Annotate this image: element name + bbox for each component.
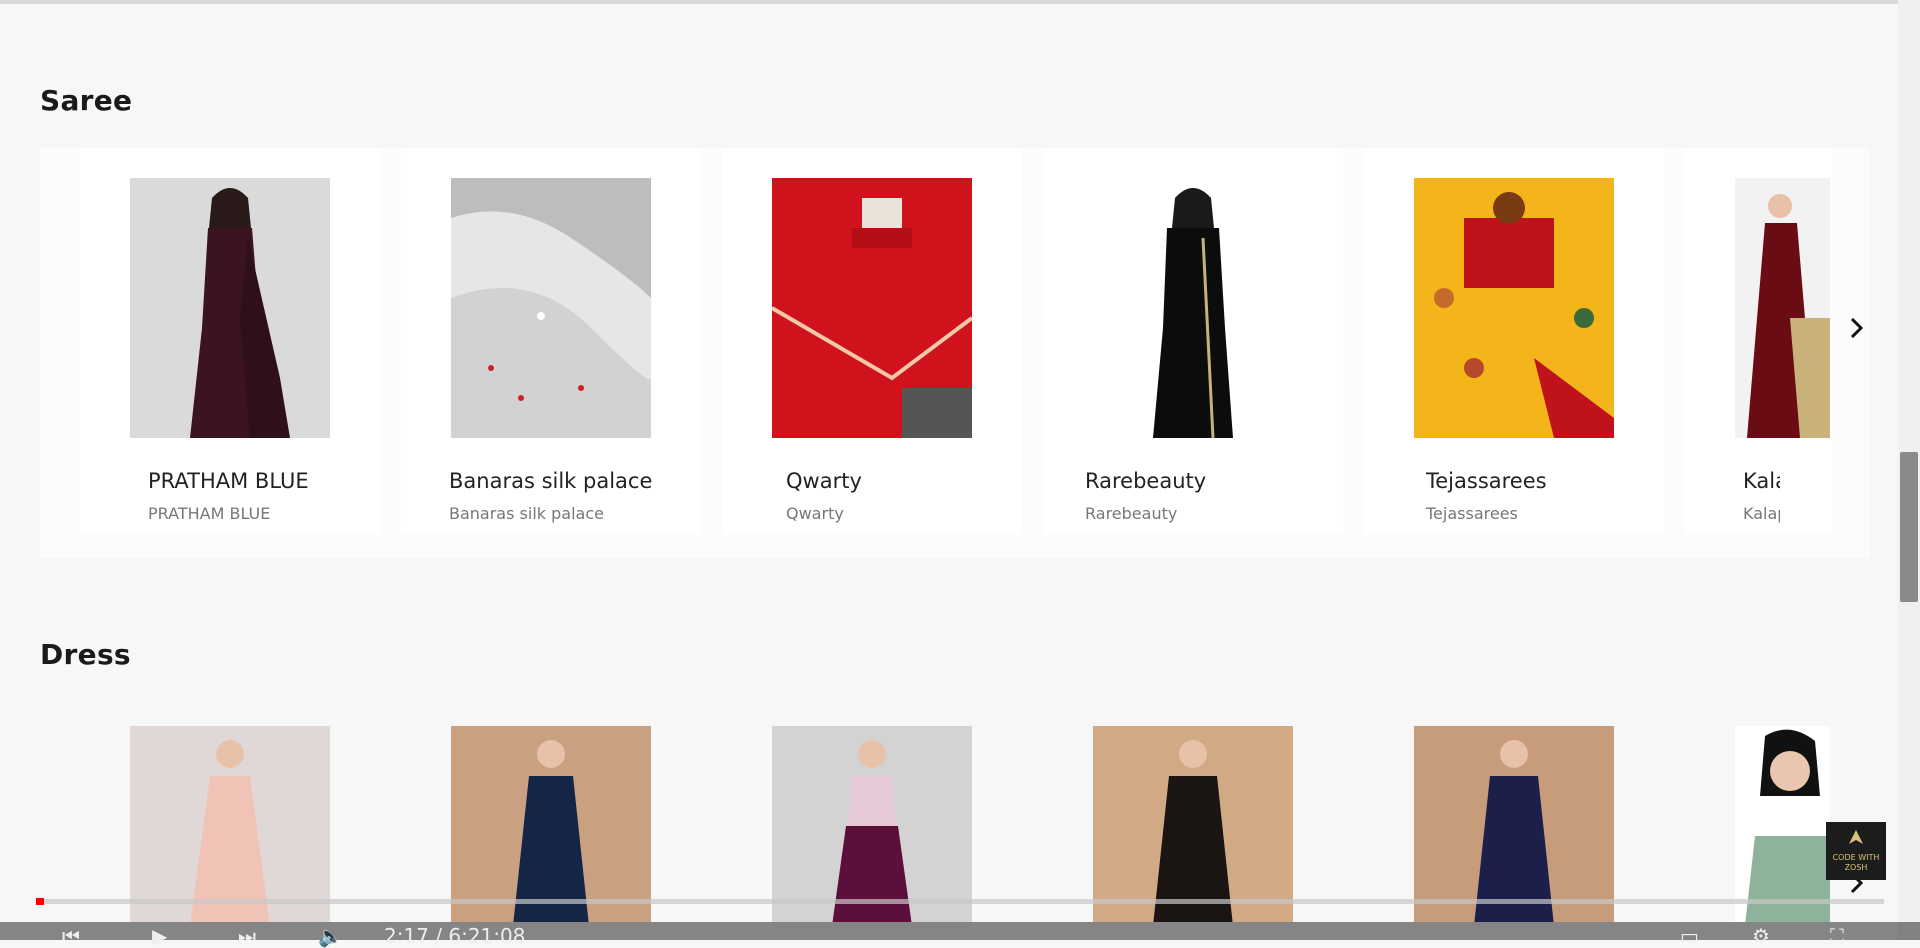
product-image[interactable] [1735, 726, 1830, 922]
product-card-pratham-blue[interactable]: PRATHAM BLUE PRATHAM BLUE [80, 148, 380, 534]
play-icon[interactable]: ▶ [152, 924, 167, 948]
subtitles-icon[interactable]: ▭ [1680, 924, 1699, 948]
next-icon[interactable]: ⏭ [238, 924, 256, 948]
product-image[interactable] [130, 726, 330, 922]
video-progress-fill[interactable] [36, 898, 44, 905]
product-image[interactable] [772, 178, 972, 438]
dress-card[interactable] [80, 700, 380, 922]
product-image[interactable] [130, 178, 330, 438]
dress-card[interactable] [1685, 700, 1833, 922]
product-card-qwarty[interactable]: Qwarty Qwarty [722, 148, 1022, 534]
product-title[interactable]: Rarebeauty [1085, 469, 1206, 493]
product-subtitle: Banaras silk palace [449, 504, 604, 523]
volume-icon[interactable]: 🔈 [318, 924, 343, 948]
settings-icon[interactable]: ⚙ [1752, 924, 1770, 948]
page-scrollbar[interactable] [1898, 0, 1920, 940]
dress-card[interactable] [401, 700, 701, 922]
watermark-text: CODE WITH ZOSH [1832, 853, 1880, 872]
product-image[interactable] [1414, 178, 1614, 438]
video-progress-track[interactable] [36, 899, 1884, 904]
product-card-tejassarees[interactable]: Tejassarees Tejassarees [1364, 148, 1664, 534]
channel-watermark: CODE WITH ZOSH [1826, 822, 1886, 880]
product-image[interactable] [451, 178, 651, 438]
product-card-banaras-silk-palace[interactable]: Banaras silk palace Banaras silk palace [401, 148, 701, 534]
section-title-dress: Dress [40, 638, 131, 671]
previous-icon[interactable]: ⏮ [62, 924, 80, 948]
video-time: 2:17 / 6:21:08 [384, 924, 526, 948]
dress-carousel-viewport [80, 700, 1833, 922]
dress-card[interactable] [722, 700, 1022, 922]
dress-card[interactable] [1043, 700, 1343, 922]
fullscreen-icon[interactable]: ⛶ [1830, 924, 1844, 948]
product-subtitle: Qwarty [786, 504, 844, 523]
product-subtitle: PRATHAM BLUE [148, 504, 271, 523]
product-image[interactable] [451, 726, 651, 922]
product-card-rarebeauty[interactable]: Rarebeauty Rarebeauty [1043, 148, 1343, 534]
product-card-kalapu[interactable]: Kalap Kalapu [1685, 148, 1833, 534]
product-title[interactable]: PRATHAM BLUE [148, 469, 309, 493]
saree-next-button[interactable] [1842, 313, 1872, 343]
product-title[interactable]: Tejassarees [1426, 469, 1547, 493]
product-subtitle: Tejassarees [1426, 504, 1518, 523]
saree-carousel-viewport: PRATHAM BLUE PRATHAM BLUE Banaras silk p… [80, 148, 1833, 558]
product-image[interactable] [772, 726, 972, 922]
product-image[interactable] [1093, 726, 1293, 922]
dress-card[interactable] [1364, 700, 1664, 922]
eagle-logo-icon [1849, 830, 1863, 844]
video-controls-bar [0, 922, 1920, 940]
product-title[interactable]: Qwarty [786, 469, 862, 493]
chevron-right-icon [1850, 317, 1864, 339]
product-title[interactable]: Kalap [1743, 469, 1780, 493]
product-subtitle: Rarebeauty [1085, 504, 1178, 523]
product-subtitle: Kalapu [1743, 504, 1780, 523]
product-title[interactable]: Banaras silk palace [449, 469, 652, 493]
product-image[interactable] [1414, 726, 1614, 922]
top-divider [0, 0, 1920, 4]
scrollbar-thumb[interactable] [1900, 452, 1918, 602]
section-title-saree: Saree [40, 84, 133, 117]
product-image[interactable] [1735, 178, 1830, 438]
product-image[interactable] [1093, 178, 1293, 438]
